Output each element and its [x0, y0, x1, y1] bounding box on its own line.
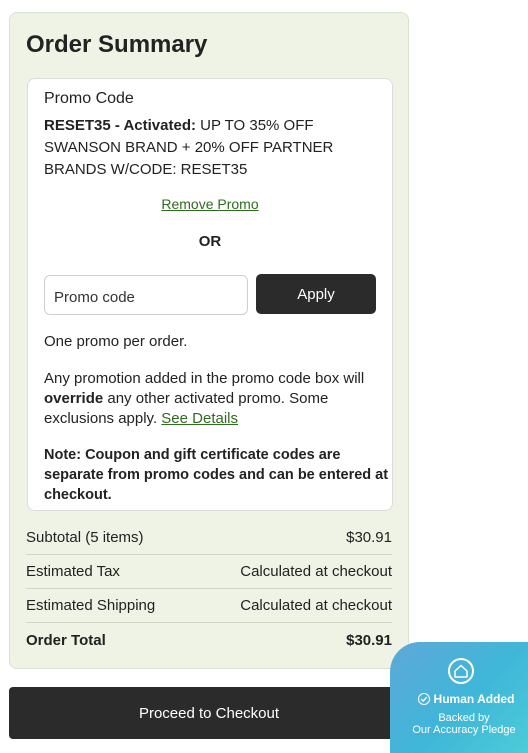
subtotal-value: $30.91 — [346, 529, 392, 546]
promo-code-heading: Promo Code — [44, 90, 134, 107]
remove-promo-link[interactable]: Remove Promo — [28, 196, 392, 212]
subtotal-label: Subtotal (5 items) — [26, 529, 144, 546]
apply-promo-button[interactable]: Apply — [256, 274, 376, 314]
tax-value: Calculated at checkout — [240, 563, 392, 580]
proceed-to-checkout-button[interactable]: Proceed to Checkout — [9, 687, 409, 739]
see-details-link[interactable]: See Details — [161, 410, 238, 427]
shipping-label: Estimated Shipping — [26, 597, 156, 614]
shipping-row: Estimated Shipping Calculated at checkou… — [26, 589, 392, 623]
pledge-title: Human Added — [406, 692, 526, 706]
subtotal-row: Subtotal (5 items) $30.91 — [26, 521, 392, 555]
pledge-subtitle-line-2: Our Accuracy Pledge — [412, 724, 516, 736]
or-divider-label: OR — [198, 233, 222, 250]
promo-code-input[interactable] — [44, 275, 248, 315]
check-circle-icon — [417, 693, 430, 705]
tax-label: Estimated Tax — [26, 563, 120, 580]
shipping-value: Calculated at checkout — [240, 597, 392, 614]
tax-row: Estimated Tax Calculated at checkout — [26, 555, 392, 589]
house-icon — [448, 658, 474, 684]
pledge-subtitle: Backed by Our Accuracy Pledge — [398, 712, 528, 736]
one-promo-note: One promo per order. — [44, 333, 188, 350]
order-summary-title: Order Summary — [26, 31, 208, 58]
override-note-pre: Any promotion added in the promo code bo… — [44, 370, 365, 387]
active-promo-code: RESET35 - Activated: — [44, 117, 196, 134]
coupon-note: Note: Coupon and gift certificate codes … — [44, 447, 389, 503]
totals-table: Subtotal (5 items) $30.91 Estimated Tax … — [26, 521, 392, 657]
accuracy-pledge-badge[interactable]: Human Added Backed by Our Accuracy Pledg… — [390, 642, 528, 753]
active-promo-text: RESET35 - Activated: UP TO 35% OFF SWANS… — [44, 115, 374, 181]
pledge-subtitle-line-1: Backed by — [438, 712, 490, 724]
promo-code-card: Promo Code RESET35 - Activated: UP TO 35… — [27, 78, 393, 511]
order-total-row: Order Total $30.91 — [26, 623, 392, 657]
override-note: Any promotion added in the promo code bo… — [44, 369, 384, 429]
order-total-label: Order Total — [26, 631, 106, 649]
order-summary-panel: Order Summary Promo Code RESET35 - Activ… — [9, 12, 409, 669]
pledge-title-text: Human Added — [433, 692, 515, 706]
override-note-bold: override — [44, 390, 104, 407]
order-total-value: $30.91 — [346, 631, 392, 649]
